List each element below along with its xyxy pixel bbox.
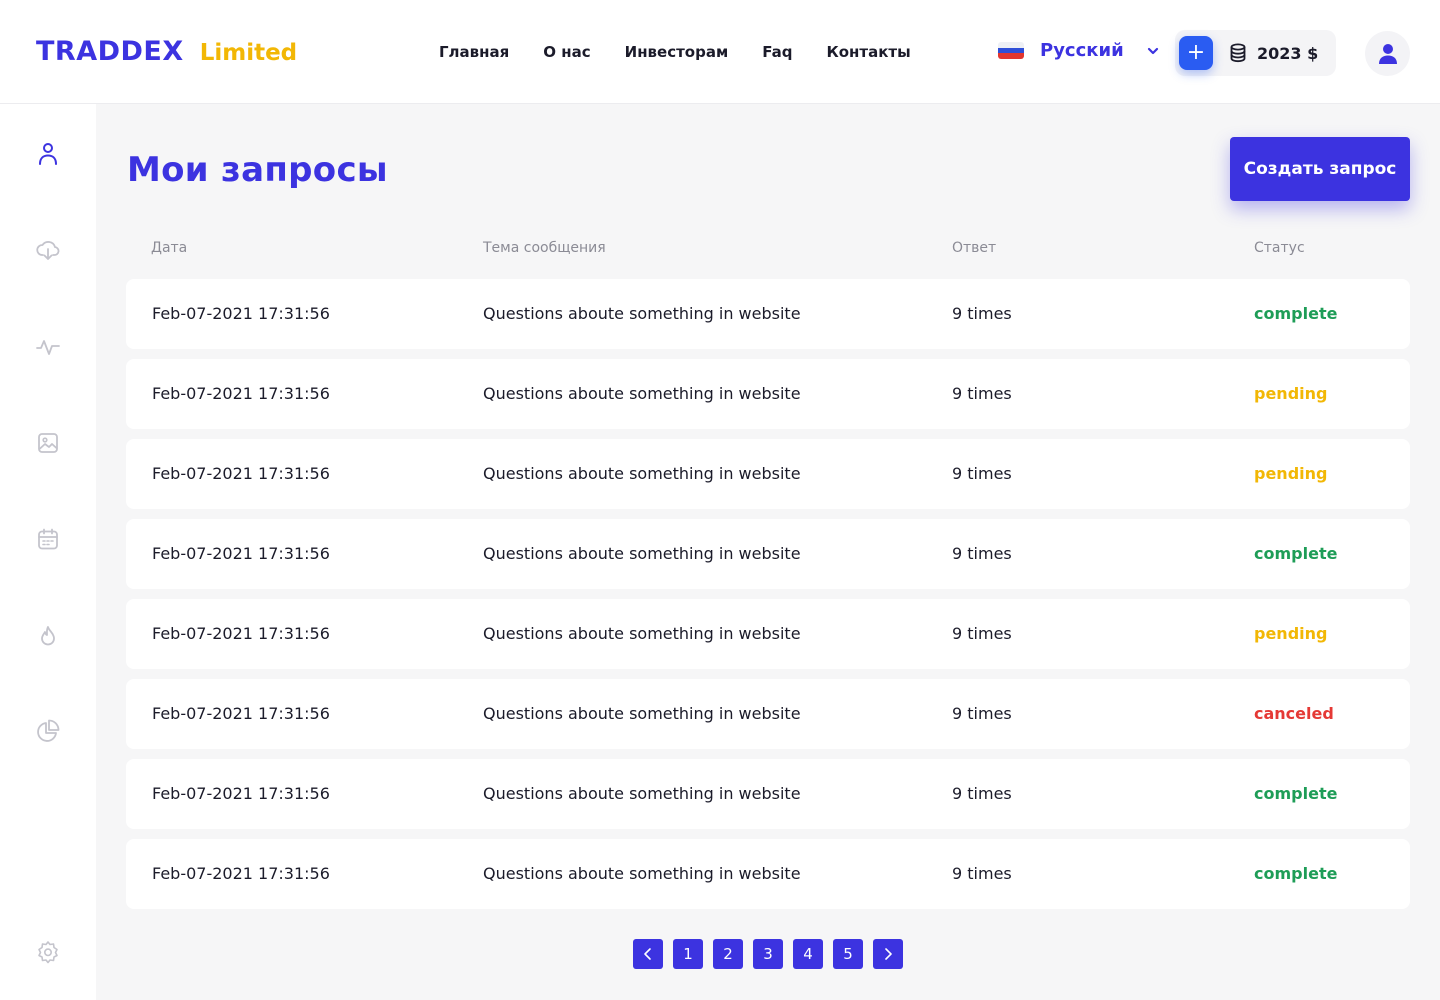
requests-table: Feb-07-2021 17:31:56 Questions aboute so…	[126, 279, 1410, 919]
row-topic: Questions aboute something in website	[483, 624, 801, 643]
main-nav: Главная О нас Инвесторам Faq Контакты	[439, 43, 911, 61]
cloud-download-icon[interactable]	[36, 238, 60, 262]
image-icon[interactable]	[36, 431, 60, 455]
nav-link-faq[interactable]: Faq	[762, 43, 792, 61]
table-header: Дата Тема сообщения Ответ Статус	[126, 240, 1410, 260]
status-badge: complete	[1254, 304, 1338, 323]
column-header-status: Статус	[1254, 240, 1305, 256]
column-header-answer: Ответ	[952, 240, 997, 256]
chevron-left-icon	[644, 948, 651, 960]
status-badge: pending	[1254, 384, 1328, 403]
row-date: Feb-07-2021 17:31:56	[152, 784, 330, 803]
row-answer: 9 times	[952, 464, 1012, 483]
coins-icon	[1230, 43, 1246, 63]
row-answer: 9 times	[952, 864, 1012, 883]
column-header-topic: Тема сообщения	[483, 240, 606, 256]
page-button-1[interactable]: 1	[673, 939, 703, 969]
table-row[interactable]: Feb-07-2021 17:31:56 Questions aboute so…	[126, 439, 1410, 509]
language-selector[interactable]: Русский	[998, 40, 1160, 61]
row-answer: 9 times	[952, 784, 1012, 803]
user-avatar-button[interactable]	[1365, 31, 1410, 76]
table-row[interactable]: Feb-07-2021 17:31:56 Questions aboute so…	[126, 359, 1410, 429]
add-funds-button[interactable]: +	[1179, 36, 1213, 70]
table-row[interactable]: Feb-07-2021 17:31:56 Questions aboute so…	[126, 519, 1410, 589]
chevron-down-icon	[1147, 47, 1158, 54]
russia-flag-icon	[998, 42, 1024, 59]
row-date: Feb-07-2021 17:31:56	[152, 704, 330, 723]
nav-link-investors[interactable]: Инвесторам	[625, 43, 729, 61]
status-badge: canceled	[1254, 704, 1334, 723]
status-badge: complete	[1254, 544, 1338, 563]
row-answer: 9 times	[952, 704, 1012, 723]
row-topic: Questions aboute something in website	[483, 704, 801, 723]
table-row[interactable]: Feb-07-2021 17:31:56 Questions aboute so…	[126, 679, 1410, 749]
pie-chart-icon[interactable]	[36, 719, 60, 743]
brand-logo[interactable]: TRADDEX Limited	[36, 36, 297, 67]
flame-icon[interactable]	[36, 624, 60, 648]
status-badge: complete	[1254, 864, 1338, 883]
row-topic: Questions aboute something in website	[483, 784, 801, 803]
user-icon	[1378, 43, 1397, 64]
row-topic: Questions aboute something in website	[483, 464, 801, 483]
nav-link-home[interactable]: Главная	[439, 43, 509, 61]
wallet-balance: + 2023 $	[1175, 30, 1336, 76]
row-answer: 9 times	[952, 384, 1012, 403]
row-date: Feb-07-2021 17:31:56	[152, 864, 330, 883]
settings-icon[interactable]	[36, 940, 60, 964]
language-label: Русский	[1040, 40, 1124, 61]
create-request-button[interactable]: Создать запрос	[1230, 137, 1410, 201]
row-date: Feb-07-2021 17:31:56	[152, 304, 330, 323]
row-answer: 9 times	[952, 624, 1012, 643]
page-title: Мои запросы	[127, 150, 388, 190]
status-badge: pending	[1254, 624, 1328, 643]
nav-link-contacts[interactable]: Контакты	[826, 43, 910, 61]
page-button-3[interactable]: 3	[753, 939, 783, 969]
top-header: TRADDEX Limited Главная О нас Инвесторам…	[0, 0, 1440, 104]
table-row[interactable]: Feb-07-2021 17:31:56 Questions aboute so…	[126, 279, 1410, 349]
row-topic: Questions aboute something in website	[483, 544, 801, 563]
brand-suffix: Limited	[199, 40, 298, 66]
activity-icon[interactable]	[36, 335, 60, 359]
row-topic: Questions aboute something in website	[483, 384, 801, 403]
page-button-4[interactable]: 4	[793, 939, 823, 969]
sidebar	[0, 104, 96, 1000]
row-date: Feb-07-2021 17:31:56	[152, 544, 330, 563]
column-header-date: Дата	[151, 240, 188, 256]
pagination: 1 2 3 4 5	[633, 939, 903, 969]
row-answer: 9 times	[952, 304, 1012, 323]
page-button-2[interactable]: 2	[713, 939, 743, 969]
row-topic: Questions aboute something in website	[483, 304, 801, 323]
nav-link-about[interactable]: О нас	[543, 43, 590, 61]
next-page-button[interactable]	[873, 939, 903, 969]
row-date: Feb-07-2021 17:31:56	[152, 464, 330, 483]
row-date: Feb-07-2021 17:31:56	[152, 624, 330, 643]
balance-value: 2023 $	[1257, 43, 1319, 63]
calendar-icon[interactable]	[36, 527, 60, 551]
chevron-right-icon	[885, 948, 892, 960]
row-date: Feb-07-2021 17:31:56	[152, 384, 330, 403]
table-row[interactable]: Feb-07-2021 17:31:56 Questions aboute so…	[126, 599, 1410, 669]
brand-name: TRADDEX	[36, 36, 184, 67]
table-row[interactable]: Feb-07-2021 17:31:56 Questions aboute so…	[126, 839, 1410, 909]
user-icon[interactable]	[36, 142, 60, 166]
prev-page-button[interactable]	[633, 939, 663, 969]
row-answer: 9 times	[952, 544, 1012, 563]
status-badge: pending	[1254, 464, 1328, 483]
page-button-5[interactable]: 5	[833, 939, 863, 969]
status-badge: complete	[1254, 784, 1338, 803]
row-topic: Questions aboute something in website	[483, 864, 801, 883]
table-row[interactable]: Feb-07-2021 17:31:56 Questions aboute so…	[126, 759, 1410, 829]
